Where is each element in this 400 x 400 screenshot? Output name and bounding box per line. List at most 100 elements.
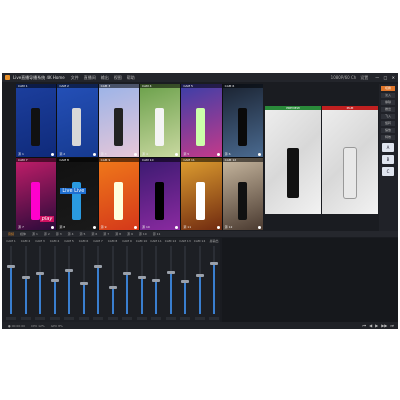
source-caption: 源 11 xyxy=(183,225,192,229)
fader-knob[interactable] xyxy=(181,280,189,284)
tab[interactable]: 音频 xyxy=(8,232,14,236)
mute-button[interactable] xyxy=(6,317,16,320)
status-bar: ● 00:00:00 CPU 12% GPU 8% xyxy=(2,322,398,329)
preview-monitor[interactable]: PREVIEW xyxy=(265,106,321,214)
source-tile[interactable]: CAM 6 源 6 xyxy=(222,84,263,157)
playback-icon[interactable]: ⏭ xyxy=(390,323,394,328)
fader-knob[interactable] xyxy=(65,268,73,272)
source-tile[interactable]: CAM 4 源 4 xyxy=(139,84,181,157)
playback-icon[interactable]: ▶▶ xyxy=(381,323,387,328)
source-tile[interactable]: CAM 1 源 1 xyxy=(16,84,57,157)
menu-item[interactable]: 输出 xyxy=(101,75,109,81)
channel-name: CAM 12 xyxy=(164,239,177,243)
source-tile[interactable]: CAM 12 源 12 xyxy=(222,157,263,230)
mute-button[interactable] xyxy=(122,317,132,320)
tab[interactable]: 源 11 xyxy=(153,232,161,236)
channel-name: CAM 8 xyxy=(107,239,118,243)
status-item: ● 00:00:00 xyxy=(8,323,26,328)
fader-knob[interactable] xyxy=(195,273,204,277)
media-panel xyxy=(222,238,398,322)
close-icon[interactable]: ✕ xyxy=(392,75,395,80)
source-caption: 源 4 xyxy=(141,151,148,156)
fader-knob[interactable] xyxy=(123,272,131,276)
app-logo-icon xyxy=(5,75,10,80)
bus-button[interactable]: C xyxy=(382,167,394,176)
maximize-icon[interactable]: □ xyxy=(384,75,388,80)
mute-button[interactable] xyxy=(107,317,118,320)
mute-button[interactable] xyxy=(180,317,190,320)
mute-button[interactable] xyxy=(20,317,31,320)
audio-mixer: CAM 1 CAM 2 CAM 3 CAM 4 CAM 5 CAM 6 CAM 7 CAM 8… xyxy=(2,238,220,322)
tab[interactable]: 源 4 xyxy=(68,232,74,236)
level-meter xyxy=(213,263,215,314)
settings-label[interactable]: 设置 xyxy=(360,75,368,81)
channel-name: CAM 2 xyxy=(20,239,31,243)
source-tile[interactable]: CAM 8 源 8 Live Live xyxy=(57,157,98,230)
mute-button[interactable] xyxy=(93,317,103,320)
source-tile[interactable]: CAM 7 源 7 play xyxy=(16,157,57,230)
fader-knob[interactable] xyxy=(166,270,175,274)
fader-knob[interactable] xyxy=(21,275,30,279)
fader-knob[interactable] xyxy=(108,285,117,289)
transition-button[interactable]: 擦除 xyxy=(381,100,395,105)
fader-knob[interactable] xyxy=(210,262,218,265)
minimize-icon[interactable]: — xyxy=(375,75,379,80)
source-status-icon xyxy=(216,152,220,156)
fader-knob[interactable] xyxy=(152,279,160,282)
tab[interactable]: 源 9 xyxy=(127,232,133,236)
mute-button[interactable] xyxy=(136,317,147,320)
mute-button[interactable] xyxy=(151,317,161,320)
tab[interactable]: 源 8 xyxy=(115,232,121,236)
tab[interactable]: 源 2 xyxy=(44,232,50,236)
preview-figure xyxy=(287,148,299,198)
fader-knob[interactable] xyxy=(7,265,15,269)
transition-button[interactable]: 推出 xyxy=(381,107,395,112)
source-tile[interactable]: CAM 9 源 9 xyxy=(98,157,139,230)
mute-button[interactable] xyxy=(64,317,74,320)
tab[interactable]: 源 7 xyxy=(103,232,109,236)
source-tile[interactable]: CAM 2 源 2 xyxy=(57,84,98,157)
bus-button[interactable]: B xyxy=(382,155,394,164)
tab[interactable]: 源 5 xyxy=(80,232,86,236)
playback-icon[interactable]: ▶ xyxy=(375,323,378,328)
tab[interactable]: 源 1 xyxy=(32,232,38,236)
transition-button[interactable]: 淡入 xyxy=(381,93,395,98)
mute-button[interactable] xyxy=(35,317,45,320)
menu-item[interactable]: 直播间 xyxy=(84,75,96,81)
mixer-channel: CAM 3 xyxy=(33,238,47,322)
transition-button[interactable]: 旋转 xyxy=(381,121,395,126)
resolution-label[interactable]: 1080P/60 Ch xyxy=(331,75,357,80)
mute-button[interactable] xyxy=(78,317,89,320)
mute-button[interactable] xyxy=(194,317,205,320)
source-label: CAM 10 xyxy=(139,157,181,162)
playback-icon[interactable]: ◀ xyxy=(369,323,372,328)
tab[interactable]: 媒体 xyxy=(20,232,26,236)
mute-button[interactable] xyxy=(49,317,60,320)
mute-button[interactable] xyxy=(209,317,219,320)
transition-button[interactable]: 切换 xyxy=(381,86,395,91)
program-monitor[interactable]: PGM xyxy=(322,106,378,214)
source-tile[interactable]: CAM 10 源 10 xyxy=(139,157,181,230)
transition-button[interactable]: 特效 xyxy=(381,135,395,140)
tab[interactable]: 源 3 xyxy=(56,232,62,236)
fader-knob[interactable] xyxy=(36,272,44,276)
fader-knob[interactable] xyxy=(94,265,102,269)
tab[interactable]: 源 10 xyxy=(139,232,147,236)
playback-icon[interactable]: ⏮ xyxy=(362,323,366,328)
bus-button[interactable]: A xyxy=(382,143,394,152)
fader-knob[interactable] xyxy=(50,279,59,282)
transition-button[interactable]: 缩放 xyxy=(381,128,395,133)
fader-knob[interactable] xyxy=(79,282,88,286)
source-tile[interactable]: CAM 11 源 11 xyxy=(181,157,222,230)
mute-button[interactable] xyxy=(165,317,176,320)
fader-knob[interactable] xyxy=(137,275,146,279)
level-meter xyxy=(39,273,41,314)
transition-button[interactable]: 飞入 xyxy=(381,114,395,119)
menu-item[interactable]: 文件 xyxy=(71,75,79,81)
menu-item[interactable]: 帮助 xyxy=(127,75,135,81)
menu-item[interactable]: 视图 xyxy=(114,75,122,81)
tab[interactable]: 源 6 xyxy=(91,232,97,236)
source-tile[interactable]: CAM 5 源 5 xyxy=(181,84,222,157)
source-tile[interactable]: CAM 3 源 3 xyxy=(98,84,139,157)
source-status-icon xyxy=(257,152,261,156)
